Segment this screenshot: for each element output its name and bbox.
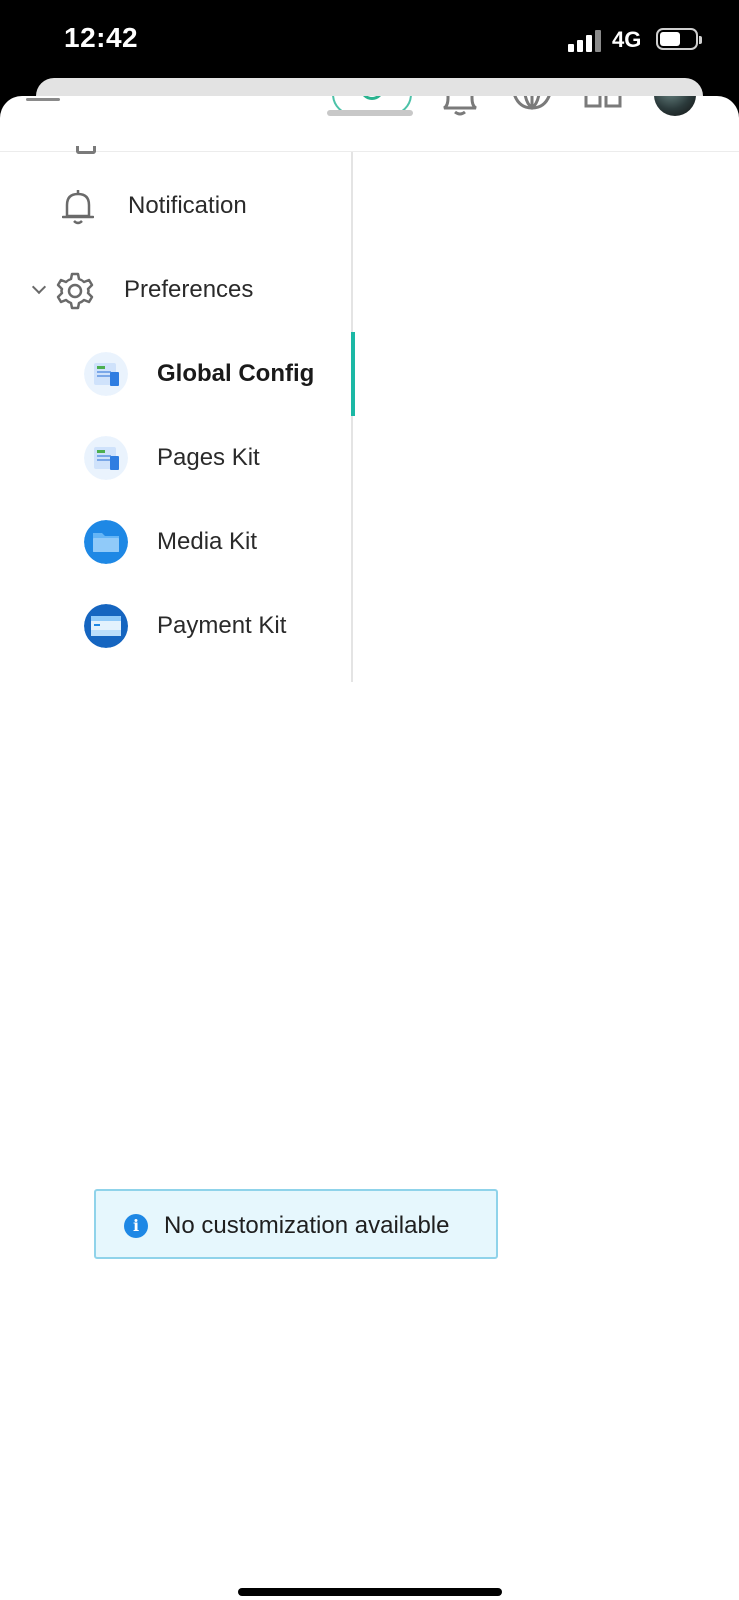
app-sheet: Notification Preferences Global Config P… (0, 96, 739, 1600)
chevron-down-icon[interactable] (31, 279, 47, 295)
sidebar-item-label: Media Kit (157, 528, 258, 555)
network-type: 4G (612, 27, 642, 52)
sidebar-item-label: Pages Kit (157, 444, 260, 471)
sidebar-item-pages-kit[interactable]: Pages Kit (0, 416, 353, 500)
sidebar-item-preferences[interactable]: Preferences (0, 248, 353, 332)
status-bar: 12:42 4G (0, 0, 739, 80)
partial-menu-icon (76, 146, 96, 154)
sidebar-item-label: Notification (128, 192, 247, 219)
sidebar-item-label: Payment Kit (157, 612, 287, 639)
menu-icon[interactable] (26, 98, 60, 101)
sidebar-item-payment-kit[interactable]: Payment Kit (0, 584, 353, 668)
active-indicator (351, 332, 355, 416)
bell-icon (62, 190, 94, 225)
payment-kit-icon (84, 604, 128, 648)
sidebar-item-label: Global Config (157, 360, 315, 387)
sidebar-item-media-kit[interactable]: Media Kit (0, 500, 353, 584)
sidebar-item-notification[interactable]: Notification (0, 164, 353, 248)
avatar[interactable] (654, 96, 696, 116)
support-icon (360, 96, 384, 100)
media-kit-icon (84, 520, 128, 564)
gear-icon (56, 272, 94, 310)
sidebar-item-label: Preferences (124, 276, 254, 303)
globe-icon[interactable] (510, 96, 554, 112)
home-indicator[interactable] (238, 1588, 502, 1596)
app-header (0, 96, 739, 152)
signal-icon (568, 30, 604, 52)
status-time: 12:42 (64, 22, 139, 53)
apps-icon[interactable] (584, 96, 622, 112)
sheet-drag-handle[interactable] (327, 110, 413, 116)
pages-kit-icon (84, 436, 128, 480)
info-icon: i (124, 1214, 148, 1238)
config-app-icon (84, 352, 128, 396)
info-toast: i No customization available (94, 1189, 498, 1259)
toast-message: No customization available (164, 1212, 450, 1239)
sidebar: Notification Preferences Global Config P… (0, 146, 355, 682)
bell-icon[interactable] (440, 96, 480, 116)
battery-icon (656, 28, 702, 50)
sidebar-item-global-config[interactable]: Global Config (0, 332, 355, 416)
